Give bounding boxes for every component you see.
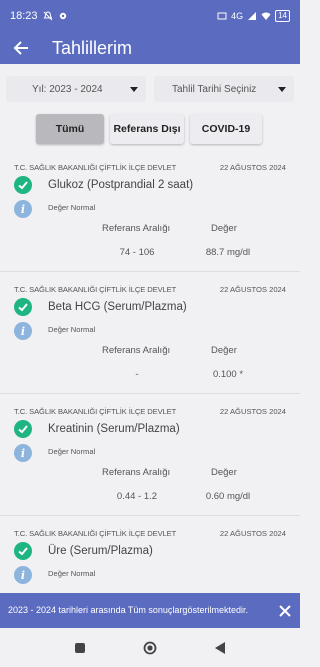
filter-row: Yıl: 2023 - 2024 Tahlil Tarihi Seçiniz xyxy=(0,64,300,102)
date-dropdown-value: Tahlil Tarihi Seçiniz xyxy=(172,83,257,95)
hospital-name: T.C. SAĞLIK BAKANLIĞI ÇİFTLİK İLÇE DEVLE… xyxy=(14,529,177,538)
check-circle-icon xyxy=(14,420,32,438)
test-name: Glukoz (Postprandial 2 saat) xyxy=(48,179,194,191)
result-date: 22 AĞUSTOS 2024 xyxy=(219,407,286,416)
result-item[interactable]: T.C. SAĞLIK BAKANLIĞI ÇİFTLİK İLÇE DEVLE… xyxy=(0,272,300,394)
home-button[interactable] xyxy=(142,640,158,656)
app-bar: Tahlillerim xyxy=(0,32,300,64)
test-name: Kreatinin (Serum/Plazma) xyxy=(48,423,180,435)
status-bar: 18:23 4G 14 xyxy=(0,0,300,32)
info-icon[interactable]: i xyxy=(14,200,32,218)
result-value: 0.60 mg/dl xyxy=(205,491,251,502)
value-header: Değer xyxy=(211,223,237,234)
check-circle-icon xyxy=(14,176,32,194)
caret-down-icon xyxy=(278,86,286,92)
result-date: 22 AĞUSTOS 2024 xyxy=(219,163,286,172)
test-name: Üre (Serum/Plazma) xyxy=(48,545,153,557)
snackbar-message: 2023 - 2024 tarihleri arasında Tüm sonuç… xyxy=(8,605,248,615)
system-nav-bar xyxy=(0,628,300,667)
result-status: Değer Normal xyxy=(48,569,96,578)
date-dropdown[interactable]: Tahlil Tarihi Seçiniz xyxy=(154,76,294,102)
result-date: 22 AĞUSTOS 2024 xyxy=(219,285,286,294)
back-button[interactable] xyxy=(212,640,228,656)
settings-gear-icon xyxy=(59,12,66,20)
info-icon[interactable]: i xyxy=(14,322,32,340)
battery-level: 14 xyxy=(275,10,290,22)
reference-header: Referans Aralığı xyxy=(102,467,171,478)
circle-icon xyxy=(143,641,157,654)
check-circle-icon xyxy=(14,542,32,560)
test-name: Beta HCG (Serum/Plazma) xyxy=(48,301,187,313)
reference-range: 0.44 - 1.2 xyxy=(116,491,158,502)
notification-bell-off-icon xyxy=(43,11,52,21)
check-circle-icon xyxy=(14,298,32,316)
info-icon[interactable]: i xyxy=(14,566,32,584)
triangle-back-icon xyxy=(214,641,225,654)
close-icon[interactable] xyxy=(278,604,292,618)
recent-apps-button[interactable] xyxy=(72,640,88,656)
hospital-name: T.C. SAĞLIK BAKANLIĞI ÇİFTLİK İLÇE DEVLE… xyxy=(14,285,177,294)
result-date: 22 AĞUSTOS 2024 xyxy=(219,529,286,538)
year-dropdown[interactable]: Yıl: 2023 - 2024 xyxy=(6,76,146,102)
signal-icon xyxy=(248,12,257,20)
result-item[interactable]: T.C. SAĞLIK BAKANLIĞI ÇİFTLİK İLÇE DEVLE… xyxy=(0,516,300,590)
snackbar: 2023 - 2024 tarihleri arasında Tüm sonuç… xyxy=(0,593,300,628)
value-header: Değer xyxy=(211,589,237,590)
reference-range: - xyxy=(135,369,139,380)
page-title: Tahlillerim xyxy=(52,37,133,58)
result-status: Değer Normal xyxy=(48,447,96,456)
reference-range: 74 - 106 xyxy=(119,247,155,258)
result-item[interactable]: T.C. SAĞLIK BAKANLIĞI ÇİFTLİK İLÇE DEVLE… xyxy=(0,394,300,516)
reference-header: Referans Aralığı xyxy=(102,345,171,356)
result-item[interactable]: T.C. SAĞLIK BAKANLIĞI ÇİFTLİK İLÇE DEVLE… xyxy=(0,150,300,272)
reference-header: Referans Aralığı xyxy=(102,589,170,590)
info-icon[interactable]: i xyxy=(14,444,32,462)
tab-out-of-reference[interactable]: Referans Dışı xyxy=(110,114,184,144)
result-status: Değer Normal xyxy=(48,203,96,212)
screen-cast-icon xyxy=(217,12,227,20)
year-dropdown-value: Yıl: 2023 - 2024 xyxy=(32,83,103,95)
result-value: 0.100 * xyxy=(212,369,244,380)
reference-header: Referans Aralığı xyxy=(102,223,171,234)
square-icon xyxy=(75,642,85,653)
caret-down-icon xyxy=(130,86,138,92)
tab-all[interactable]: Tümü xyxy=(36,114,104,144)
results-list[interactable]: T.C. SAĞLIK BAKANLIĞI ÇİFTLİK İLÇE DEVLE… xyxy=(0,150,300,590)
value-header: Değer xyxy=(211,345,237,356)
status-time: 18:23 xyxy=(10,10,38,22)
filter-tabs: Tümü Referans Dışı COVID-19 xyxy=(0,102,300,144)
back-arrow-icon[interactable] xyxy=(12,39,30,57)
network-type: 4G xyxy=(231,11,244,21)
result-value: 88.7 mg/dl xyxy=(205,247,251,258)
result-status: Değer Normal xyxy=(48,325,96,334)
hospital-name: T.C. SAĞLIK BAKANLIĞI ÇİFTLİK İLÇE DEVLE… xyxy=(14,407,177,416)
value-header: Değer xyxy=(211,467,237,478)
wifi-icon xyxy=(261,12,271,20)
hospital-name: T.C. SAĞLIK BAKANLIĞI ÇİFTLİK İLÇE DEVLE… xyxy=(14,163,177,172)
tab-covid-19[interactable]: COVID-19 xyxy=(190,114,262,144)
